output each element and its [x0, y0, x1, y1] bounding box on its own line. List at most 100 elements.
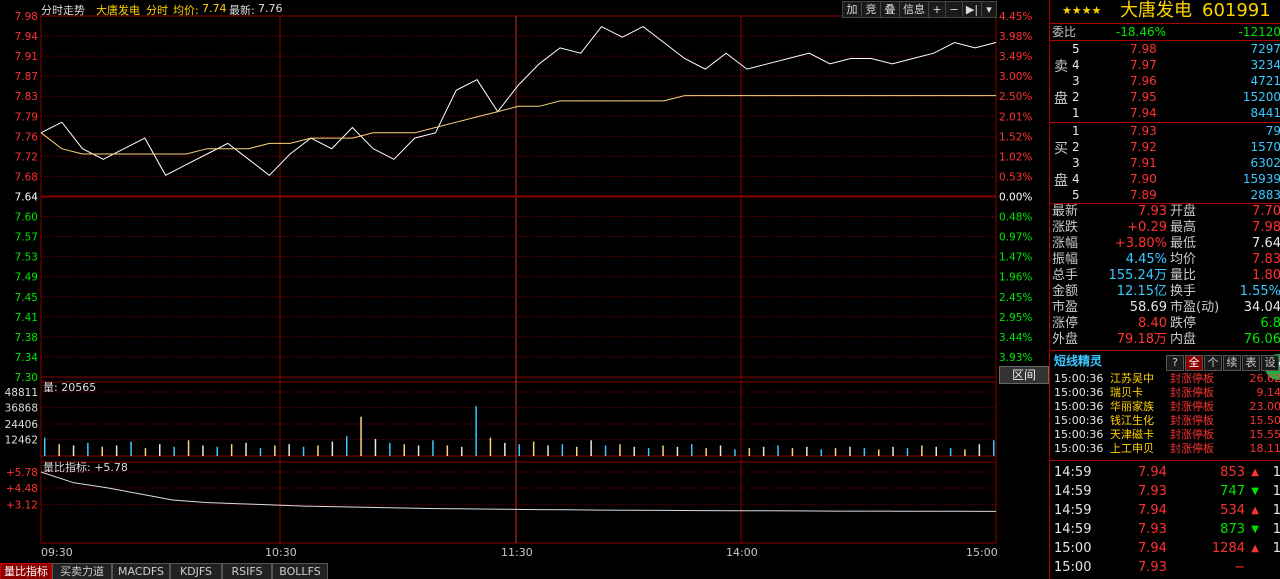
ask-level: 4: [1072, 58, 1080, 72]
elf-tab[interactable]: 个: [1204, 355, 1222, 371]
elf-row[interactable]: 15:00:36 华丽家族 封涨停板 23.00: [1050, 400, 1280, 414]
zoom-out-button[interactable]: −: [945, 1, 963, 18]
volume-bar: [417, 445, 420, 456]
tick-price: 7.93: [1138, 522, 1167, 537]
goto-end-icon[interactable]: ▶|: [962, 1, 982, 18]
volume-tick-label: 48811: [5, 387, 38, 399]
bid-row[interactable]: 3 7.91 6302: [1050, 155, 1280, 171]
more-dropdown-icon[interactable]: ▾: [981, 1, 997, 18]
elf-row[interactable]: 15:00:36 江苏吴中 封涨停板 26.62: [1050, 372, 1280, 386]
tab-买卖力道[interactable]: 买卖力道: [52, 563, 112, 579]
ask-row[interactable]: 4 7.97 3234: [1050, 57, 1280, 73]
elf-tab[interactable]: 续: [1223, 355, 1241, 371]
volume-bar: [921, 445, 923, 456]
stat-value: 155.24万: [1108, 268, 1168, 283]
tick-volume: −: [1234, 560, 1245, 575]
volume-bar: [115, 445, 118, 456]
stat-label: 涨停: [1052, 316, 1079, 331]
price-tick-label: 7.30: [15, 372, 38, 384]
tab-量比指标[interactable]: 量比指标: [0, 563, 52, 579]
stat-label: 跌停: [1170, 316, 1197, 331]
elf-tab[interactable]: 全: [1185, 355, 1203, 371]
bid-row[interactable]: 4 7.90 15939: [1050, 171, 1280, 187]
tab-kdjfs[interactable]: KDJFS: [170, 563, 222, 579]
bid-row[interactable]: 2 7.92 1570: [1050, 139, 1280, 155]
elf-stock: 江苏吴中: [1110, 372, 1154, 385]
interval-button[interactable]: 区间: [999, 366, 1049, 384]
volume-bar: [604, 445, 607, 456]
ask-volume: 8441: [1250, 106, 1280, 120]
volume-bar: [561, 444, 564, 456]
ask-row[interactable]: 3 7.96 4721: [1050, 73, 1280, 89]
ask-volume: 15200: [1242, 90, 1280, 104]
price-tick-label: 7.45: [15, 292, 38, 304]
volume-bar: [949, 448, 952, 456]
tick-time: 14:59: [1054, 465, 1092, 480]
tab-bollfs[interactable]: BOLLFS: [272, 563, 328, 579]
stat-label: 涨跌: [1052, 220, 1079, 235]
elf-tab[interactable]: 表: [1242, 355, 1260, 371]
bid-row[interactable]: 1 7.93 79: [1050, 123, 1280, 139]
elf-event: 封涨停板: [1170, 400, 1214, 413]
tab-rsifs[interactable]: RSIFS: [222, 563, 272, 579]
indicator-tabs: 量比指标 买卖力道 MACDFS KDJFS RSIFS BOLLFS: [0, 563, 1045, 579]
ask-row[interactable]: 1 7.94 8441: [1050, 105, 1280, 121]
bid-row[interactable]: 5 7.89 2883: [1050, 187, 1280, 203]
elf-time: 15:00:36: [1054, 428, 1104, 441]
header-last-label: 最新:: [229, 4, 255, 17]
time-tick-label: 15:00: [966, 546, 998, 559]
stat-value: 7.70: [1252, 204, 1280, 219]
volume-bar: [532, 441, 535, 456]
stat-label: 换手: [1170, 284, 1197, 299]
intraday-chart[interactable]: 09:30 10:30 11:30 14:00 15:00 7.98 4.45% 7.94 3.…: [0, 0, 1045, 563]
stat-row: 涨停 8.40 跌停 6.8: [1050, 316, 1280, 332]
volume-bar: [762, 446, 765, 456]
bid-price: 7.93: [1130, 124, 1157, 138]
stat-value: 7.93: [1138, 204, 1167, 219]
elf-row[interactable]: 15:00:36 瑞贝卡 封涨停板 9.14: [1050, 386, 1280, 400]
volume-bar: [489, 437, 492, 456]
rating-stars-icon: ★★★★: [1062, 4, 1102, 17]
bid-level: 4: [1072, 172, 1080, 186]
tick-volume: 873: [1220, 522, 1245, 537]
price-tick-label: 7.98: [15, 11, 38, 23]
stat-value: 1.55%: [1239, 284, 1280, 299]
tab-macdfs[interactable]: MACDFS: [112, 563, 170, 579]
time-tick-label: 10:30: [265, 546, 297, 559]
zoom-in-button[interactable]: +: [928, 1, 946, 18]
elf-row[interactable]: 15:00:36 上工申贝 封涨停板 18.11: [1050, 442, 1280, 456]
info-button[interactable]: 信息: [899, 1, 929, 18]
overlay-button[interactable]: 叠: [880, 1, 900, 18]
volume-bar: [849, 446, 851, 456]
elf-tab[interactable]: ?: [1166, 355, 1184, 371]
volume-bar: [288, 444, 290, 456]
volume-bar: [432, 440, 434, 456]
volume-bar: [72, 445, 75, 456]
volume-bar: [978, 444, 981, 456]
ask-row[interactable]: 2 7.95 15200: [1050, 89, 1280, 105]
elf-tab[interactable]: 设: [1261, 355, 1279, 371]
elf-row[interactable]: 15:00:36 天津磁卡 封涨停板 15.55: [1050, 428, 1280, 442]
price-tick-label: 7.41: [15, 312, 38, 324]
bid-price: 7.92: [1130, 140, 1157, 154]
volume-bar: [461, 446, 463, 456]
elf-stock: 钱江生化: [1110, 414, 1154, 427]
volume-bar: [806, 446, 808, 456]
elf-time: 15:00:36: [1054, 372, 1104, 385]
add-stock-button[interactable]: 加: [842, 1, 862, 18]
volume-bar: [245, 442, 247, 456]
auction-button[interactable]: 竞: [861, 1, 881, 18]
pct-tick-label: 2.45%: [999, 292, 1032, 304]
stat-value: 8.40: [1138, 316, 1167, 331]
ask-row[interactable]: 5 7.98 7297: [1050, 41, 1280, 57]
ask-level: 1: [1072, 106, 1080, 120]
price-tick-label: 7.94: [15, 31, 39, 43]
bid-level: 5: [1072, 188, 1080, 202]
intraday-chart-panel[interactable]: 09:30 10:30 11:30 14:00 15:00 7.98 4.45% 7.94 3.…: [0, 0, 1049, 579]
price-tick-label: 7.91: [15, 51, 38, 63]
elf-title: 短线精灵: [1054, 354, 1103, 368]
volume-bar: [906, 448, 909, 456]
ratio-tick-label: +3.12: [6, 500, 38, 512]
stock-code: 601991: [1202, 0, 1271, 21]
elf-row[interactable]: 15:00:36 钱江生化 封涨停板 15.50: [1050, 414, 1280, 428]
